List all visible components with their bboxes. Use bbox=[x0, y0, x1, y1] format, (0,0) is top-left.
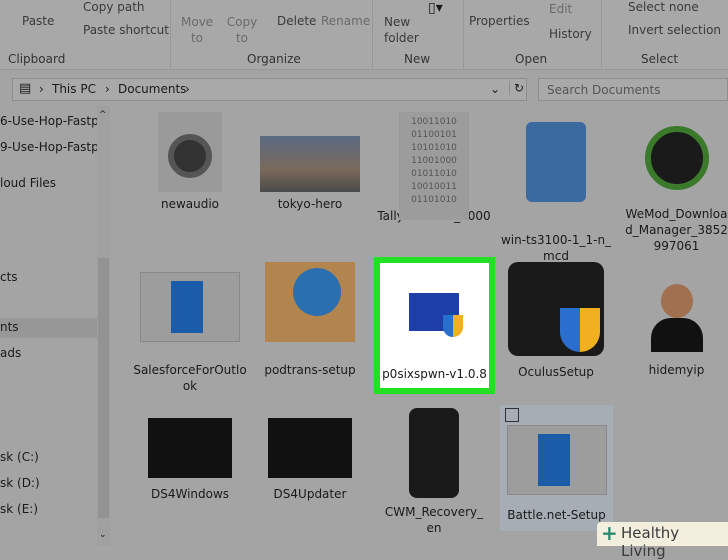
file-name: OculusSetup bbox=[518, 365, 594, 379]
nav-item-documents[interactable]: nts bbox=[0, 318, 97, 338]
file-item[interactable]: DS4Updater bbox=[251, 418, 369, 503]
audio-file-icon bbox=[158, 112, 222, 192]
file-item[interactable]: WeMod_Download_Manager_3852997061 bbox=[625, 112, 728, 254]
move-to-button[interactable]: Move to bbox=[181, 14, 213, 46]
file-item[interactable]: win-ts3100-1_1-n_mcd bbox=[497, 112, 615, 264]
cross-logo-icon: + bbox=[601, 521, 618, 545]
breadcrumb-separator-icon: › bbox=[39, 82, 44, 96]
file-item[interactable]: podtrans-setup bbox=[251, 262, 369, 379]
oculus-icon bbox=[508, 262, 604, 356]
gamepad-icon bbox=[148, 418, 232, 478]
nav-item-drive-d[interactable]: sk (D:) bbox=[0, 474, 97, 494]
documents-folder-icon: ▤ bbox=[19, 81, 32, 96]
installer-icon bbox=[526, 122, 586, 202]
highlighted-file-item[interactable]: p0sixspwn-v1.0.8 bbox=[374, 257, 495, 394]
nav-item[interactable]: ads bbox=[0, 344, 97, 364]
breadcrumb-this-pc[interactable]: This PC bbox=[52, 82, 96, 96]
watermark-badge: + Healthy Living bbox=[597, 521, 728, 560]
file-name: win-ts3100-1_1-n_mcd bbox=[500, 233, 612, 263]
delete-button[interactable]: Delete bbox=[277, 14, 316, 28]
file-name: podtrans-setup bbox=[264, 363, 356, 377]
file-item[interactable]: newaudio bbox=[131, 112, 249, 213]
organize-group-label: Organize bbox=[247, 52, 301, 66]
file-item[interactable]: CWM_Recovery_en bbox=[375, 408, 493, 536]
file-name: hidemyip bbox=[648, 363, 705, 377]
file-name: Battle.net-Setup bbox=[507, 508, 606, 522]
file-name: SalesforceForOutlook bbox=[133, 363, 247, 393]
nav-item[interactable]: 9-Use-Hop-Fastp bbox=[0, 138, 97, 158]
navigation-pane: 6-Use-Hop-Fastp 9-Use-Hop-Fastp loud Fil… bbox=[0, 106, 97, 546]
nav-item[interactable]: cts bbox=[0, 268, 97, 288]
copy-to-button[interactable]: Copy to bbox=[226, 14, 258, 46]
nav-scrollbar-thumb[interactable] bbox=[98, 258, 109, 518]
selection-checkbox[interactable] bbox=[505, 408, 519, 422]
breadcrumb-separator-icon: › bbox=[185, 82, 190, 96]
file-name: p0sixspwn-v1.0.8 bbox=[382, 367, 487, 381]
invert-selection-button[interactable]: Invert selection bbox=[628, 23, 721, 37]
nav-item-drive-c[interactable]: sk (C:) bbox=[0, 448, 97, 468]
paste-button[interactable]: Paste bbox=[22, 14, 54, 28]
file-name: WeMod_Download_Manager_3852997061 bbox=[625, 207, 728, 253]
paste-shortcut-button[interactable]: Paste shortcut bbox=[83, 23, 169, 37]
file-name: DS4Updater bbox=[273, 487, 347, 501]
file-item[interactable]: OculusSetup bbox=[497, 262, 615, 381]
breadcrumb-documents[interactable]: Documents bbox=[118, 82, 186, 96]
setup-screenshot-icon bbox=[506, 425, 607, 495]
edit-button[interactable]: Edit bbox=[549, 2, 572, 16]
nav-item[interactable]: 6-Use-Hop-Fastp bbox=[0, 112, 97, 132]
select-group-label: Select bbox=[641, 52, 679, 66]
selected-file-item[interactable]: Battle.net-Setup bbox=[500, 405, 613, 531]
nav-item-drive-e[interactable]: sk (E:) bbox=[0, 500, 97, 520]
search-input[interactable]: Search Documents bbox=[538, 78, 728, 101]
file-item[interactable]: 10011010 01100101 10101010 11001000 01011010… bbox=[375, 112, 493, 224]
binary-file-icon: 10011010 01100101 10101010 11001000 01011010… bbox=[399, 112, 469, 220]
gamepad-icon bbox=[268, 418, 352, 478]
package-box-icon bbox=[265, 262, 355, 342]
select-none-button[interactable]: Select none bbox=[628, 0, 699, 14]
file-name: DS4Windows bbox=[150, 487, 230, 501]
file-name: CWM_Recovery_en bbox=[384, 505, 484, 535]
refresh-icon[interactable]: ↻ bbox=[509, 81, 524, 95]
breadcrumb-separator-icon: › bbox=[105, 82, 110, 96]
setup-screenshot-icon bbox=[140, 272, 240, 342]
address-bar[interactable]: ▤ › This PC › Documents › ⌄ ↻ bbox=[12, 78, 527, 101]
new-item-icon[interactable]: ▯▾ bbox=[428, 0, 443, 16]
history-dropdown-icon[interactable]: ⌄ bbox=[490, 82, 500, 96]
file-item[interactable]: SalesforceForOutlook bbox=[131, 272, 249, 394]
file-item[interactable]: DS4Windows bbox=[131, 418, 249, 503]
new-folder-button[interactable]: New folder bbox=[384, 14, 419, 46]
uac-shield-icon bbox=[443, 315, 463, 337]
open-group-label: Open bbox=[515, 52, 548, 66]
nav-item[interactable]: loud Files bbox=[0, 174, 97, 194]
watermark-text: Healthy Living bbox=[621, 524, 680, 560]
file-item[interactable]: tokyo-hero bbox=[251, 112, 369, 213]
properties-button[interactable]: Properties bbox=[469, 14, 530, 28]
image-thumbnail bbox=[260, 136, 360, 192]
file-name: tokyo-hero bbox=[277, 197, 343, 211]
ribbon: Paste Copy path Paste shortcut Clipboard… bbox=[0, 0, 728, 70]
new-group-label: New bbox=[404, 52, 431, 66]
phone-icon bbox=[409, 408, 459, 498]
clipboard-group-label: Clipboard bbox=[8, 52, 66, 66]
wemod-icon bbox=[644, 126, 709, 190]
file-item[interactable]: hidemyip bbox=[625, 262, 728, 379]
history-button[interactable]: History bbox=[549, 27, 592, 41]
person-icon bbox=[647, 276, 707, 356]
file-name: newaudio bbox=[160, 197, 220, 211]
copy-path-button[interactable]: Copy path bbox=[83, 0, 145, 14]
rename-button[interactable]: Rename bbox=[321, 14, 370, 28]
